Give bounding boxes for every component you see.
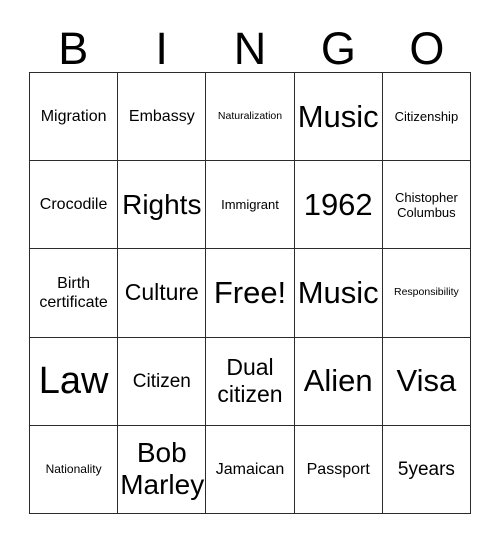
bingo-square-label: Bob Marley (120, 437, 205, 501)
bingo-square[interactable]: Birth certificate (30, 249, 119, 338)
bingo-square[interactable]: 1962 (294, 161, 383, 250)
bingo-header-letter-i: I (155, 23, 168, 74)
bingo-square-label: Crocodile (39, 196, 108, 214)
bingo-header-letter-n: N (233, 23, 267, 74)
bingo-square-label: Alien (303, 363, 373, 399)
bingo-square[interactable]: Music (294, 73, 383, 162)
bingo-square-label: Embassy (128, 108, 195, 126)
bingo-square[interactable]: Chistopher Columbus (382, 161, 471, 250)
bingo-square-label: Music (297, 274, 379, 310)
bingo-square[interactable]: Bob Marley (118, 425, 207, 514)
bingo-square[interactable]: Citizen (118, 337, 207, 426)
bingo-square[interactable]: 5years (382, 425, 471, 514)
bingo-square-label: Citizen (132, 370, 191, 392)
bingo-square-label: Birth certificate (39, 274, 108, 311)
bingo-square-label: Culture (124, 279, 199, 306)
bingo-square-label: Chistopher Columbus (394, 189, 458, 220)
bingo-header-row: B I N G O (29, 18, 471, 72)
bingo-square[interactable]: Migration (30, 73, 119, 162)
bingo-square[interactable]: Citizenship (382, 73, 471, 162)
bingo-square[interactable]: Embassy (118, 73, 207, 162)
bingo-square[interactable]: Culture (118, 249, 207, 338)
bingo-square[interactable]: Immigrant (206, 161, 295, 250)
bingo-square-label: 1962 (303, 186, 373, 222)
bingo-square-label: Jamaican (215, 460, 285, 478)
bingo-square-label: Naturalization (217, 110, 283, 123)
bingo-square[interactable]: Free! (206, 249, 295, 338)
bingo-square[interactable]: Crocodile (30, 161, 119, 250)
bingo-square[interactable]: Visa (382, 337, 471, 426)
bingo-square[interactable]: Passport (294, 425, 383, 514)
bingo-card: B I N G O Migration Embassy Naturalization… (0, 0, 500, 544)
bingo-header-letter-g: G (320, 23, 356, 74)
bingo-square-label: Free! (213, 274, 287, 310)
bingo-square-label: Immigrant (221, 197, 279, 213)
bingo-square-label: Citizenship (394, 109, 459, 125)
bingo-square[interactable]: Jamaican (206, 425, 295, 514)
bingo-square[interactable]: Law (30, 337, 119, 426)
bingo-square-label: Responsibility (394, 286, 459, 299)
bingo-square[interactable]: Responsibility (382, 249, 471, 338)
bingo-square-label: Visa (396, 363, 457, 399)
bingo-square[interactable]: Music (294, 249, 383, 338)
bingo-square[interactable]: Alien (294, 337, 383, 426)
bingo-square-label: Rights (122, 188, 202, 220)
bingo-square[interactable]: Rights (118, 161, 207, 250)
bingo-square-label: Law (38, 360, 109, 403)
bingo-square[interactable]: Dual citizen (206, 337, 295, 426)
bingo-square[interactable]: Nationality (30, 425, 119, 514)
bingo-grid: Migration Embassy Naturalization Music Citiz… (29, 72, 471, 514)
bingo-header-letter-b: B (58, 23, 89, 74)
bingo-square[interactable]: Naturalization (206, 73, 295, 162)
bingo-square-label: Dual citizen (217, 354, 283, 408)
bingo-square-label: 5years (397, 458, 455, 480)
bingo-square-label: Nationality (45, 462, 102, 477)
bingo-square-label: Migration (40, 108, 107, 126)
bingo-header-letter-o: O (409, 23, 445, 74)
bingo-square-label: Music (297, 98, 379, 134)
bingo-square-label: Passport (306, 460, 370, 478)
